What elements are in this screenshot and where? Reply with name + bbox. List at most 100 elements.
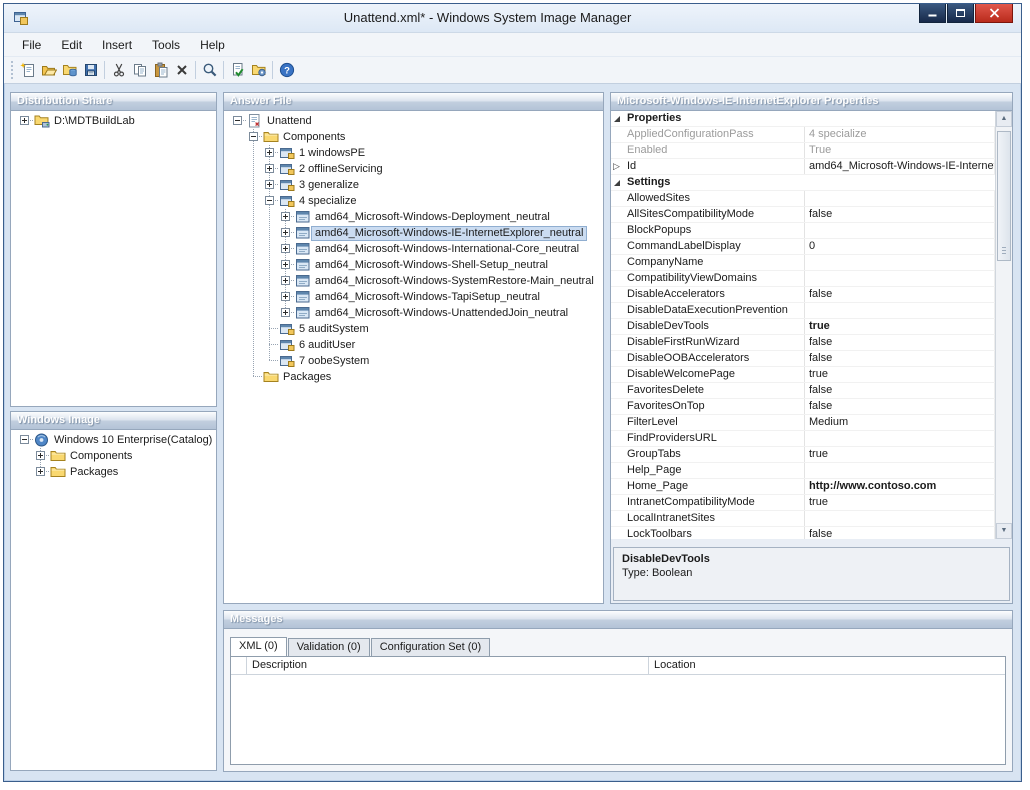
property-disablewelcomepage[interactable]: DisableWelcomePagetrue	[611, 367, 995, 383]
expand-plus-icon[interactable]	[281, 260, 290, 269]
property-companyname[interactable]: CompanyName	[611, 255, 995, 271]
tree-label[interactable]: D:\MDTBuildLab	[50, 114, 139, 129]
scroll-up-icon[interactable]	[996, 111, 1012, 127]
menu-tools[interactable]: Tools	[142, 34, 190, 56]
tree-label[interactable]: 5 auditSystem	[295, 322, 373, 337]
column-header-description[interactable]: Description	[247, 657, 649, 674]
property-value[interactable]: false	[805, 335, 995, 350]
property-value[interactable]: true	[805, 367, 995, 382]
tree-label[interactable]: amd64_Microsoft-Windows-SystemRestore-Ma…	[311, 274, 598, 289]
expand-plus-icon[interactable]	[36, 467, 45, 476]
property-home-page[interactable]: Home_Pagehttp://www.contoso.com	[611, 479, 995, 495]
tree-label[interactable]: Packages	[279, 370, 335, 385]
property-value[interactable]: amd64_Microsoft-Windows-IE-InternetEx	[805, 159, 995, 174]
tree-label[interactable]: amd64_Microsoft-Windows-TapiSetup_neutra…	[311, 290, 544, 305]
collapsed-marker-icon[interactable]	[611, 159, 625, 174]
property-value[interactable]: false	[805, 287, 995, 302]
collapse-minus-icon[interactable]	[249, 132, 258, 141]
tree-item-amd64-microsoft-windows-unattendedjoin-neutral[interactable]: amd64_Microsoft-Windows-UnattendedJoin_n…	[230, 305, 603, 321]
titlebar[interactable]: Unattend.xml* - Windows System Image Man…	[4, 4, 1021, 32]
tree-item-amd64-microsoft-windows-international-core-neutr[interactable]: amd64_Microsoft-Windows-International-Co…	[230, 241, 603, 257]
collapse-minus-icon[interactable]	[20, 435, 29, 444]
scroll-thumb[interactable]	[997, 131, 1011, 261]
scroll-down-icon[interactable]	[996, 523, 1012, 539]
copy-button[interactable]	[129, 59, 150, 82]
maximize-button[interactable]	[947, 4, 974, 23]
property-disableoobaccelerators[interactable]: DisableOOBAcceleratorsfalse	[611, 351, 995, 367]
open-answer-file-button[interactable]	[38, 59, 59, 82]
property-value[interactable]: false	[805, 399, 995, 414]
tree-item-3-generalize[interactable]: 3 generalize	[230, 177, 603, 193]
collapse-minus-icon[interactable]	[233, 116, 242, 125]
expand-plus-icon[interactable]	[281, 228, 290, 237]
tree-item-5-auditsystem[interactable]: 5 auditSystem	[230, 321, 603, 337]
tree-label[interactable]: amd64_Microsoft-Windows-Deployment_neutr…	[311, 210, 554, 225]
tree-item-packages[interactable]: Packages	[230, 369, 603, 385]
property-disabledevtools[interactable]: DisableDevToolstrue	[611, 319, 995, 335]
vertical-scrollbar[interactable]	[995, 111, 1012, 539]
minimize-button[interactable]	[919, 4, 946, 23]
expanded-marker-icon[interactable]	[611, 111, 625, 126]
new-answer-file-button[interactable]	[17, 59, 38, 82]
property-filterlevel[interactable]: FilterLevelMedium	[611, 415, 995, 431]
property-allsitescompatibilitymode[interactable]: AllSitesCompatibilityModefalse	[611, 207, 995, 223]
property-value[interactable]: 0	[805, 239, 995, 254]
tree-label[interactable]: 3 generalize	[295, 178, 363, 193]
expand-plus-icon[interactable]	[20, 116, 29, 125]
property-findprovidersurl[interactable]: FindProvidersURL	[611, 431, 995, 447]
property-value[interactable]: false	[805, 207, 995, 222]
help-button[interactable]: ?	[276, 59, 297, 82]
property-intranetcompatibilitymode[interactable]: IntranetCompatibilityModetrue	[611, 495, 995, 511]
tree-label[interactable]: Components	[279, 130, 349, 145]
tab-validation-0[interactable]: Validation (0)	[288, 638, 370, 656]
tree-item-amd64-microsoft-windows-deployment-neutral[interactable]: amd64_Microsoft-Windows-Deployment_neutr…	[230, 209, 603, 225]
tree-label[interactable]: 2 offlineServicing	[295, 162, 387, 177]
cut-button[interactable]	[108, 59, 129, 82]
property-value[interactable]: true	[805, 447, 995, 462]
tree-item-packages[interactable]: Packages	[17, 464, 216, 480]
expand-plus-icon[interactable]	[265, 164, 274, 173]
category-settings[interactable]: Settings	[611, 175, 995, 191]
property-value[interactable]: 4 specialize	[805, 127, 995, 142]
tree-item-7-oobesystem[interactable]: 7 oobeSystem	[230, 353, 603, 369]
expand-plus-icon[interactable]	[281, 244, 290, 253]
tree-item-6-audituser[interactable]: 6 auditUser	[230, 337, 603, 353]
tree-item-2-offlineservicing[interactable]: 2 offlineServicing	[230, 161, 603, 177]
tree-item-d-mdtbuildlab[interactable]: D:\MDTBuildLab	[17, 113, 216, 129]
property-value[interactable]	[805, 191, 995, 206]
select-distribution-share-button[interactable]	[59, 59, 80, 82]
expand-plus-icon[interactable]	[36, 451, 45, 460]
tree-item-amd64-microsoft-windows-ie-internetexplorer-neut[interactable]: amd64_Microsoft-Windows-IE-InternetExplo…	[230, 225, 603, 241]
tree-label[interactable]: amd64_Microsoft-Windows-UnattendedJoin_n…	[311, 306, 572, 321]
property-value[interactable]: http://www.contoso.com	[805, 479, 995, 494]
paste-button[interactable]	[150, 59, 171, 82]
property-value[interactable]	[805, 463, 995, 478]
expand-plus-icon[interactable]	[281, 212, 290, 221]
property-disabledataexecutionprevention[interactable]: DisableDataExecutionPrevention	[611, 303, 995, 319]
tree-label[interactable]: Packages	[66, 465, 122, 480]
tree-item-amd64-microsoft-windows-shell-setup-neutral[interactable]: amd64_Microsoft-Windows-Shell-Setup_neut…	[230, 257, 603, 273]
tree-label[interactable]: Unattend	[263, 114, 316, 129]
property-disablefirstrunwizard[interactable]: DisableFirstRunWizardfalse	[611, 335, 995, 351]
collapse-minus-icon[interactable]	[265, 196, 274, 205]
tree-label[interactable]: Components	[66, 449, 136, 464]
validate-answer-file-button[interactable]	[227, 59, 248, 82]
property-value[interactable]: True	[805, 143, 995, 158]
property-id[interactable]: Idamd64_Microsoft-Windows-IE-InternetEx	[611, 159, 995, 175]
property-value[interactable]: false	[805, 527, 995, 539]
menu-edit[interactable]: Edit	[51, 34, 92, 56]
tree-label[interactable]: amd64_Microsoft-Windows-IE-InternetExplo…	[311, 226, 587, 241]
property-commandlabeldisplay[interactable]: CommandLabelDisplay0	[611, 239, 995, 255]
close-button[interactable]	[975, 4, 1013, 23]
expand-plus-icon[interactable]	[265, 148, 274, 157]
property-value[interactable]	[805, 223, 995, 238]
tree-item-windows-10-enterprise-catalog[interactable]: Windows 10 Enterprise(Catalog)	[17, 432, 216, 448]
property-enabled[interactable]: EnabledTrue	[611, 143, 995, 159]
tree-label[interactable]: Windows 10 Enterprise(Catalog)	[50, 433, 216, 448]
property-locktoolbars[interactable]: LockToolbarsfalse	[611, 527, 995, 539]
property-value[interactable]	[805, 511, 995, 526]
tree-item-components[interactable]: Components	[17, 448, 216, 464]
tree-item-1-windowspe[interactable]: 1 windowsPE	[230, 145, 603, 161]
property-localintranetsites[interactable]: LocalIntranetSites	[611, 511, 995, 527]
tree-label[interactable]: 4 specialize	[295, 194, 360, 209]
